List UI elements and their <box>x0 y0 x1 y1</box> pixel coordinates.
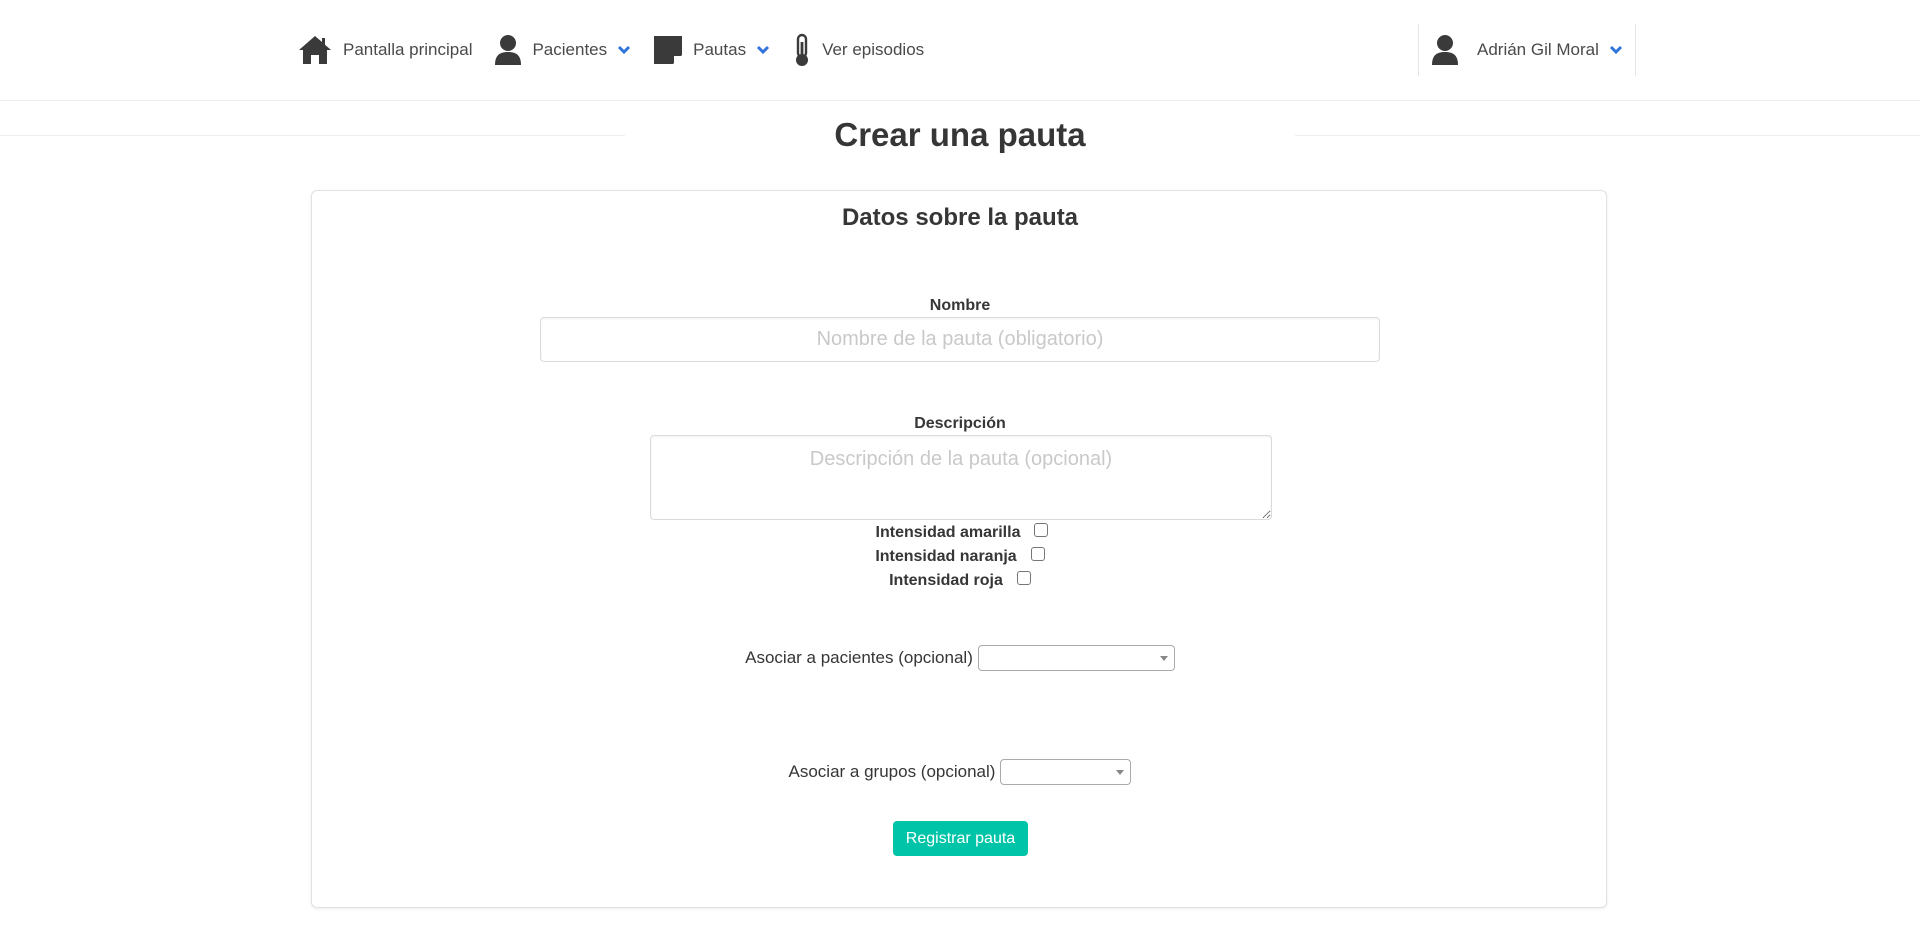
select-arrow-icon <box>1159 656 1168 661</box>
groups-row: Asociar a grupos (opcional) <box>0 759 1920 785</box>
checkbox-intensidad-amarilla[interactable] <box>1034 523 1049 537</box>
groups-select[interactable] <box>1000 759 1132 785</box>
nav-item-label: Pautas <box>693 40 747 59</box>
check-label: Intensidad roja <box>889 572 1003 589</box>
name-input[interactable] <box>540 317 1380 362</box>
nav-item-label: Pacientes <box>532 40 608 59</box>
nav-item-label: Pantalla principal <box>343 40 473 59</box>
check-label: Intensidad naranja <box>875 548 1017 565</box>
note-icon <box>653 35 683 65</box>
checkbox-intensidad-roja[interactable] <box>1016 571 1031 585</box>
nav-item-episodios[interactable]: Ver episodios <box>792 0 924 100</box>
user-menu[interactable]: Adrián Gil Moral <box>1418 24 1636 76</box>
user-icon <box>494 34 522 66</box>
check-label: Intensidad amarilla <box>875 524 1021 541</box>
thermometer-icon <box>792 33 812 67</box>
description-label: Descripción <box>914 415 1006 432</box>
nav-item-pautas[interactable]: Pautas <box>653 0 770 100</box>
nav-menu: Pantalla principal Pacientes Pautas Ver … <box>297 0 946 100</box>
check-row-roja: Intensidad roja <box>0 571 1920 590</box>
chevron-down-icon <box>1609 45 1623 55</box>
nav-item-home[interactable]: Pantalla principal <box>297 0 472 100</box>
name-label: Nombre <box>929 297 991 314</box>
groups-label: Asociar a grupos (opcional) <box>788 762 996 781</box>
patients-label: Asociar a pacientes (opcional) <box>745 648 973 667</box>
page-title: Crear una pauta <box>834 116 1086 153</box>
user-name: Adrián Gil Moral <box>1477 40 1599 59</box>
description-textarea[interactable] <box>650 435 1272 520</box>
nav-item-pacientes[interactable]: Pacientes <box>494 0 631 100</box>
patients-row: Asociar a pacientes (opcional) <box>0 645 1920 671</box>
check-row-amarilla: Intensidad amarilla <box>0 523 1920 542</box>
top-navbar: Pantalla principal Pacientes Pautas Ver … <box>0 0 1920 101</box>
checkbox-intensidad-naranja[interactable] <box>1030 547 1045 561</box>
user-icon <box>1431 34 1459 66</box>
nav-item-label: Ver episodios <box>822 40 925 59</box>
home-icon <box>297 34 333 66</box>
check-row-naranja: Intensidad naranja <box>0 547 1920 566</box>
chevron-down-icon <box>617 45 631 55</box>
register-button[interactable]: Registrar pauta <box>893 821 1028 856</box>
patients-select[interactable] <box>977 645 1175 671</box>
select-arrow-icon <box>1116 770 1125 775</box>
section-title: Datos sobre la pauta <box>841 204 1079 231</box>
chevron-down-icon <box>756 45 770 55</box>
